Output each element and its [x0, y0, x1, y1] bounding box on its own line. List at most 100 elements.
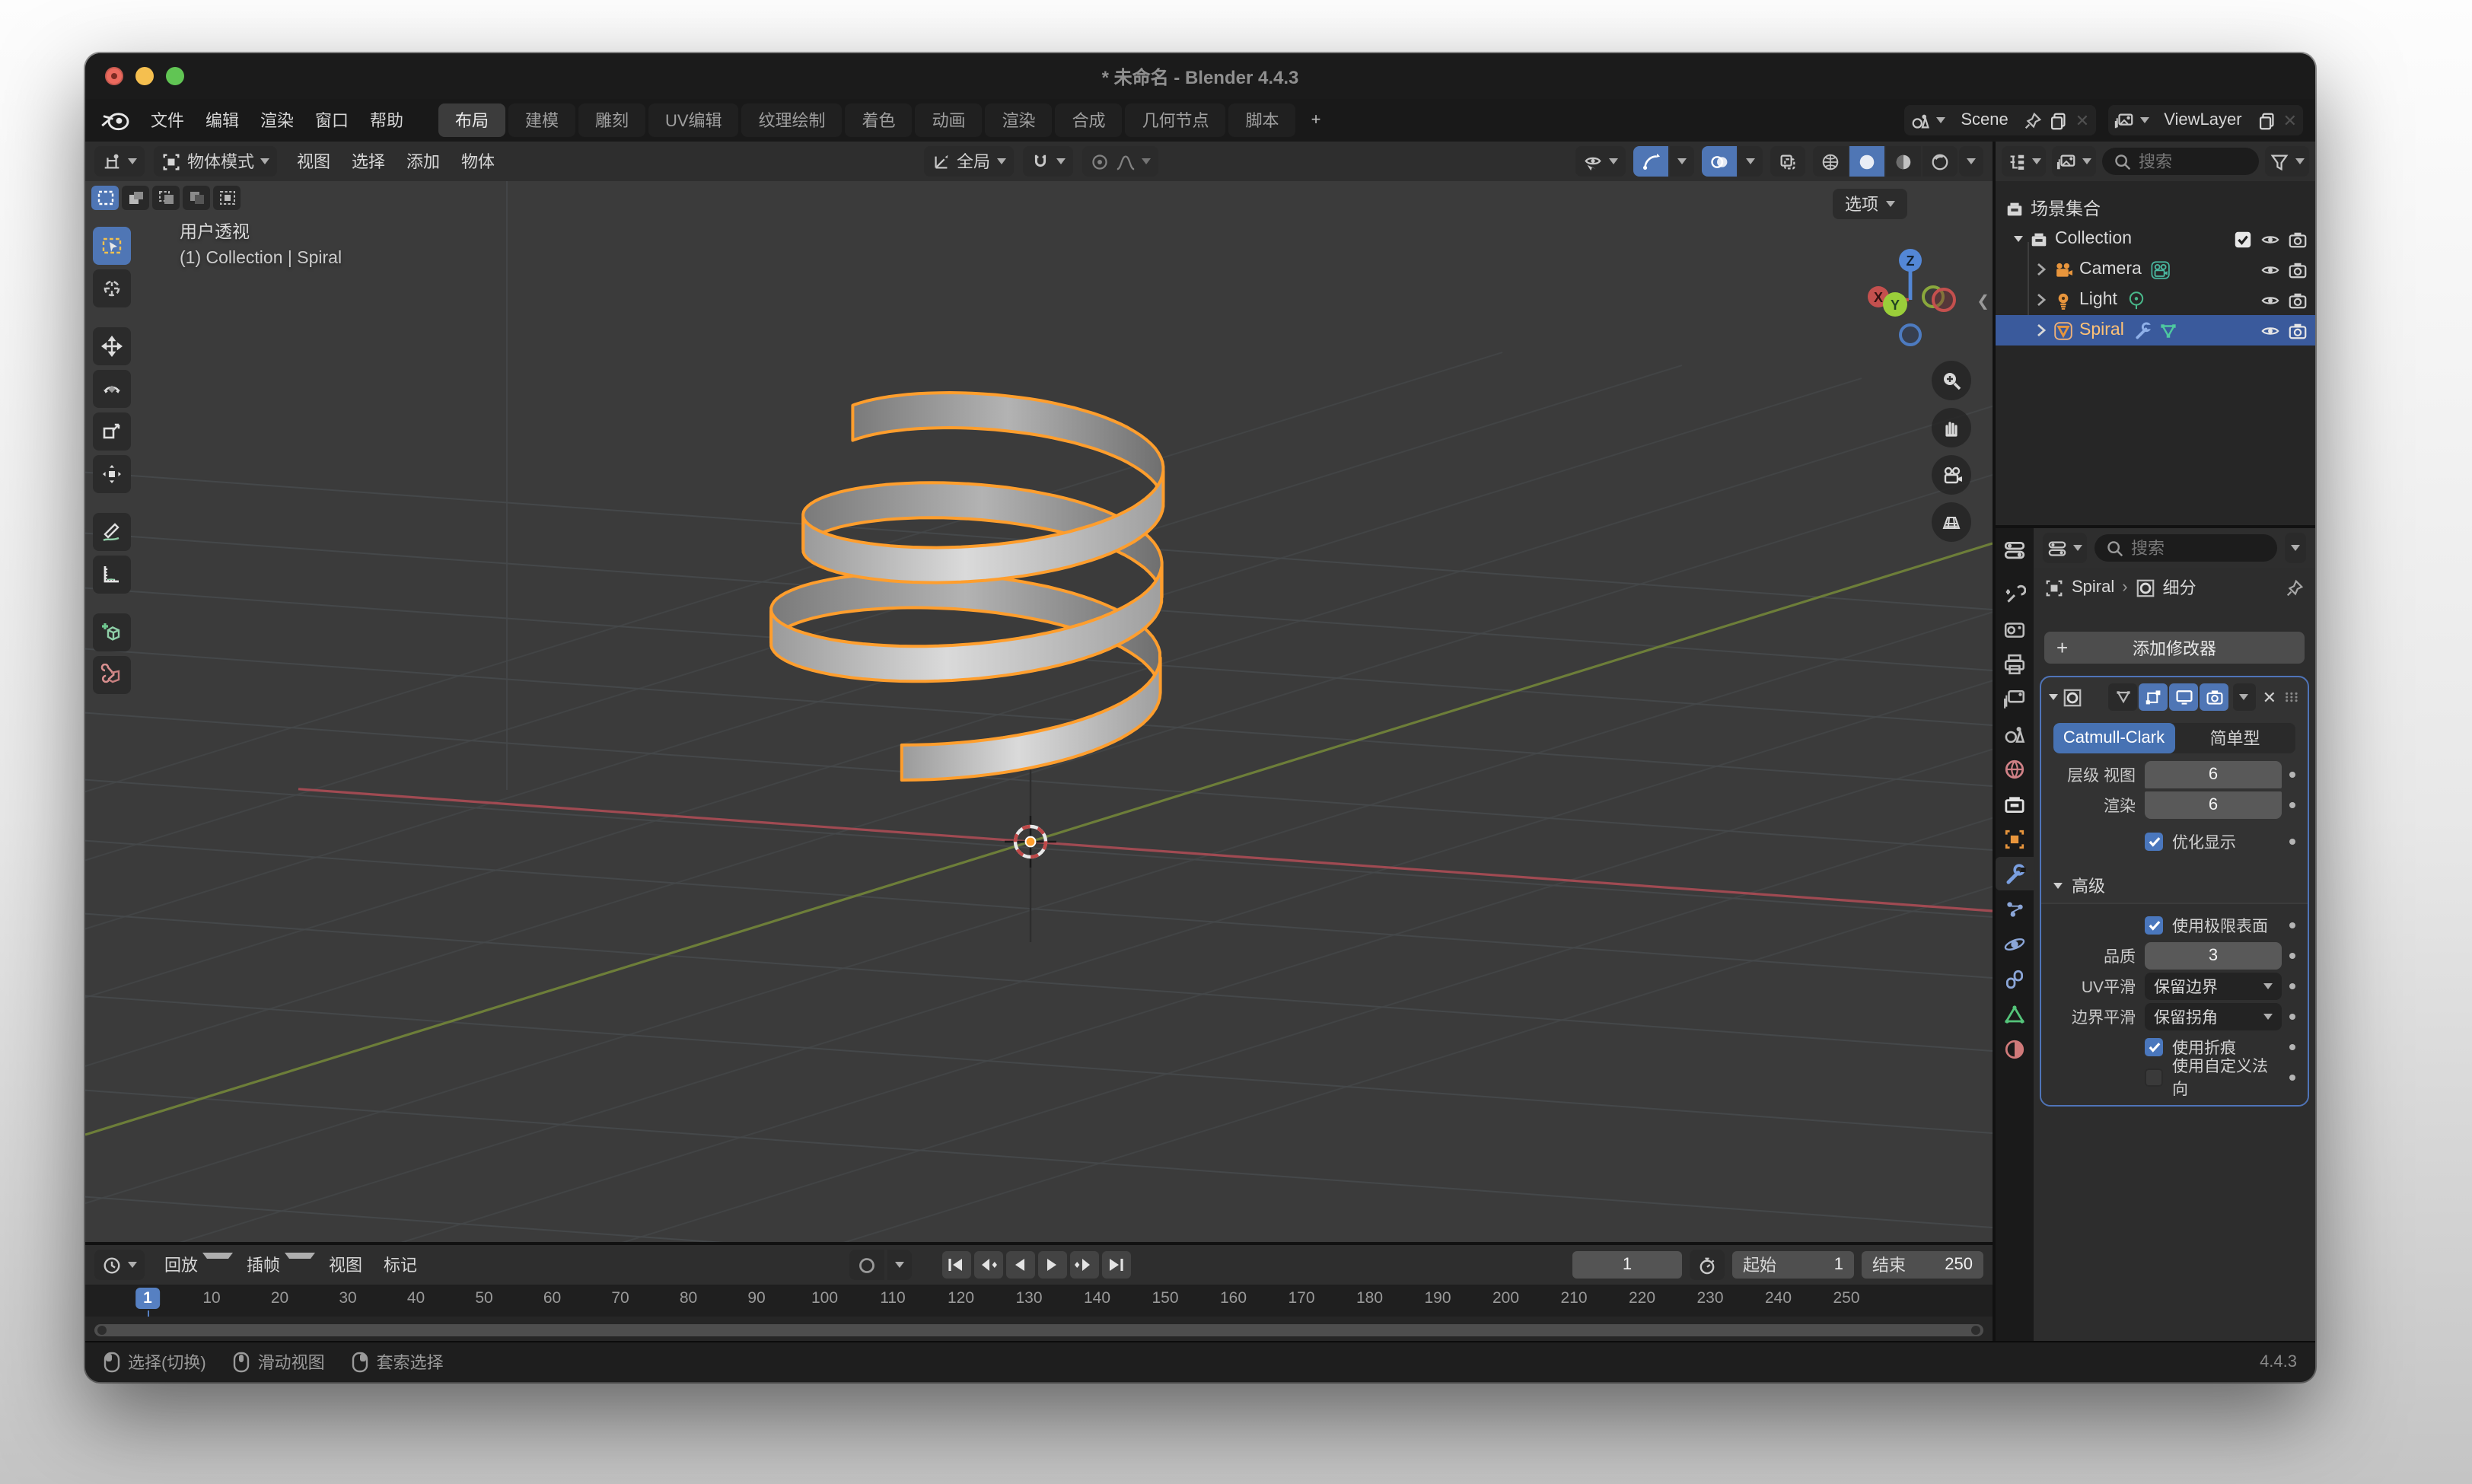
outliner-editor-type-button[interactable]	[2002, 146, 2046, 177]
workspace-tab-0[interactable]: 布局	[438, 103, 505, 137]
hide-eye-icon[interactable]	[2260, 229, 2280, 249]
shading-wireframe-button[interactable]	[1813, 146, 1848, 177]
disable-render-icon[interactable]	[2288, 229, 2308, 249]
workspace-tab-4[interactable]: 纹理绘制	[742, 103, 843, 137]
add-cube-tool-button[interactable]	[93, 613, 131, 651]
properties-editor-selector[interactable]	[1996, 533, 2034, 566]
animate-dot[interactable]	[2282, 772, 2302, 778]
properties-tab-particles[interactable]	[1996, 892, 2034, 925]
timeline-editor-type-button[interactable]	[94, 1250, 145, 1280]
item-label[interactable]: 场景集合	[2031, 196, 2101, 221]
cursor-tool-button[interactable]	[93, 269, 131, 307]
viewlayer-name[interactable]: ViewLayer	[2155, 111, 2251, 129]
hide-eye-icon[interactable]	[2260, 290, 2280, 310]
animate-dot[interactable]	[2282, 983, 2302, 989]
mode-selector[interactable]: 物体模式	[154, 146, 277, 177]
camera-view-button[interactable]	[1932, 455, 1971, 495]
properties-tab-output[interactable]	[1996, 647, 2034, 680]
gizmo-dropdown[interactable]	[1670, 146, 1694, 177]
viewport-menu-0[interactable]: 视图	[286, 149, 341, 174]
frame-end-field[interactable]: 结束 250	[1862, 1251, 1983, 1279]
xray-toggle[interactable]	[1770, 146, 1805, 177]
properties-options-dropdown[interactable]	[2285, 533, 2306, 563]
menu-3[interactable]: 窗口	[304, 108, 359, 132]
row-scene-collection[interactable]: 场景集合	[1996, 193, 2315, 224]
outliner-display-mode[interactable]	[2052, 146, 2096, 177]
animate-dot[interactable]	[2282, 922, 2302, 928]
measure-tool-button[interactable]	[93, 556, 131, 594]
breadcrumb-modifier[interactable]: 细分	[2163, 575, 2196, 600]
new-scene-icon[interactable]	[2050, 110, 2069, 130]
shading-dropdown[interactable]	[1959, 146, 1983, 177]
scene-selector[interactable]: Scene ✕	[1904, 105, 2095, 135]
region-collapse-arrow[interactable]: ❮	[1977, 294, 1989, 310]
properties-search[interactable]: 搜索	[2095, 534, 2277, 562]
proportional-editing[interactable]	[1082, 146, 1158, 177]
menu-4[interactable]: 帮助	[359, 108, 414, 132]
prev-keyframe-button[interactable]	[973, 1251, 1002, 1279]
row-collection[interactable]: Collection	[1996, 224, 2315, 254]
jump-to-start-button[interactable]	[941, 1251, 970, 1279]
type-simple[interactable]: 简单型	[2174, 723, 2295, 753]
animate-dot[interactable]	[2282, 1044, 2302, 1050]
ortho-toggle-button[interactable]	[1932, 502, 1971, 542]
animate-dot[interactable]	[2282, 1075, 2302, 1081]
disable-render-icon[interactable]	[2288, 320, 2308, 340]
menu-1[interactable]: 编辑	[195, 108, 250, 132]
animate-dot[interactable]	[2282, 802, 2302, 808]
new-viewlayer-icon[interactable]	[2257, 110, 2277, 130]
use-limit-surface-checkbox[interactable]: 使用极限表面	[2145, 911, 2282, 940]
close-window-button[interactable]	[105, 67, 123, 85]
play-button[interactable]	[1037, 1251, 1066, 1279]
viewport-3d[interactable]: 用户透视 (1) Collection | Spiral 选项 Z X Y	[85, 181, 1993, 1242]
expand-chevron-icon[interactable]	[2035, 292, 2047, 307]
scene-name[interactable]: Scene	[1951, 111, 2017, 129]
viewport-menu-1[interactable]: 选择	[341, 149, 396, 174]
transform-tool-button[interactable]	[93, 455, 131, 493]
outliner-search[interactable]: 搜索	[2102, 148, 2259, 175]
on-cage-toggle[interactable]	[2139, 683, 2168, 711]
rotate-tool-button[interactable]	[93, 370, 131, 408]
select-subtract-button[interactable]	[152, 186, 180, 210]
scale-tool-button[interactable]	[93, 412, 131, 451]
spiral-object[interactable]	[771, 393, 1163, 780]
render-display-toggle[interactable]	[2200, 683, 2228, 711]
current-frame-field[interactable]: 1	[1572, 1251, 1682, 1279]
uv-smooth-dropdown[interactable]: 保留边界	[2145, 973, 2282, 1000]
hide-eye-icon[interactable]	[2260, 260, 2280, 279]
zoom-window-button[interactable]	[166, 67, 184, 85]
properties-editor-type-button[interactable]	[2043, 533, 2087, 563]
properties-tab-render[interactable]	[1996, 612, 2034, 645]
timeline-menu-0[interactable]: 回放	[154, 1253, 209, 1277]
animate-dot[interactable]	[2282, 953, 2302, 959]
quality-field[interactable]: 3	[2145, 942, 2282, 970]
breadcrumb-object[interactable]: Spiral	[2072, 578, 2114, 597]
properties-tab-scene[interactable]	[1996, 717, 2034, 750]
select-extend-button[interactable]	[122, 186, 149, 210]
remove-modifier-button[interactable]: ✕	[2260, 687, 2279, 707]
zoom-button[interactable]	[1932, 361, 1971, 400]
show-gizmo-toggle[interactable]	[1633, 146, 1668, 177]
select-box-tool-button[interactable]	[93, 227, 131, 265]
workspace-tab-10[interactable]: 脚本	[1229, 103, 1296, 137]
row-light[interactable]: Light	[1996, 285, 2315, 315]
boundary-smooth-dropdown[interactable]: 保留拐角	[2145, 1003, 2282, 1030]
exclude-checkbox[interactable]	[2233, 229, 2253, 249]
optimal-display-checkbox[interactable]: 优化显示	[2145, 827, 2282, 856]
realtime-display-toggle[interactable]	[2169, 683, 2198, 711]
properties-tab-data[interactable]	[1996, 997, 2034, 1030]
overlays-dropdown[interactable]	[1738, 146, 1763, 177]
menu-2[interactable]: 渲染	[250, 108, 304, 132]
disable-render-icon[interactable]	[2288, 290, 2308, 310]
timeline-ruler[interactable]: 1 10203040506070809010011012013014015016…	[85, 1285, 1993, 1317]
expand-chevron-icon[interactable]	[2035, 323, 2047, 338]
timeline-menu-3[interactable]: 标记	[373, 1253, 428, 1277]
animate-dot[interactable]	[2282, 1014, 2302, 1020]
edit-mode-display-toggle[interactable]	[2108, 683, 2137, 711]
modifier-extras-dropdown[interactable]	[2233, 683, 2255, 711]
workspace-tab-9[interactable]: 几何节点	[1126, 103, 1226, 137]
timeline-menu-1[interactable]: 插帧	[236, 1253, 291, 1277]
hide-eye-icon[interactable]	[2260, 320, 2280, 340]
item-label[interactable]: Spiral	[2079, 321, 2124, 339]
modifier-panel-header[interactable]: ✕	[2041, 677, 2308, 717]
